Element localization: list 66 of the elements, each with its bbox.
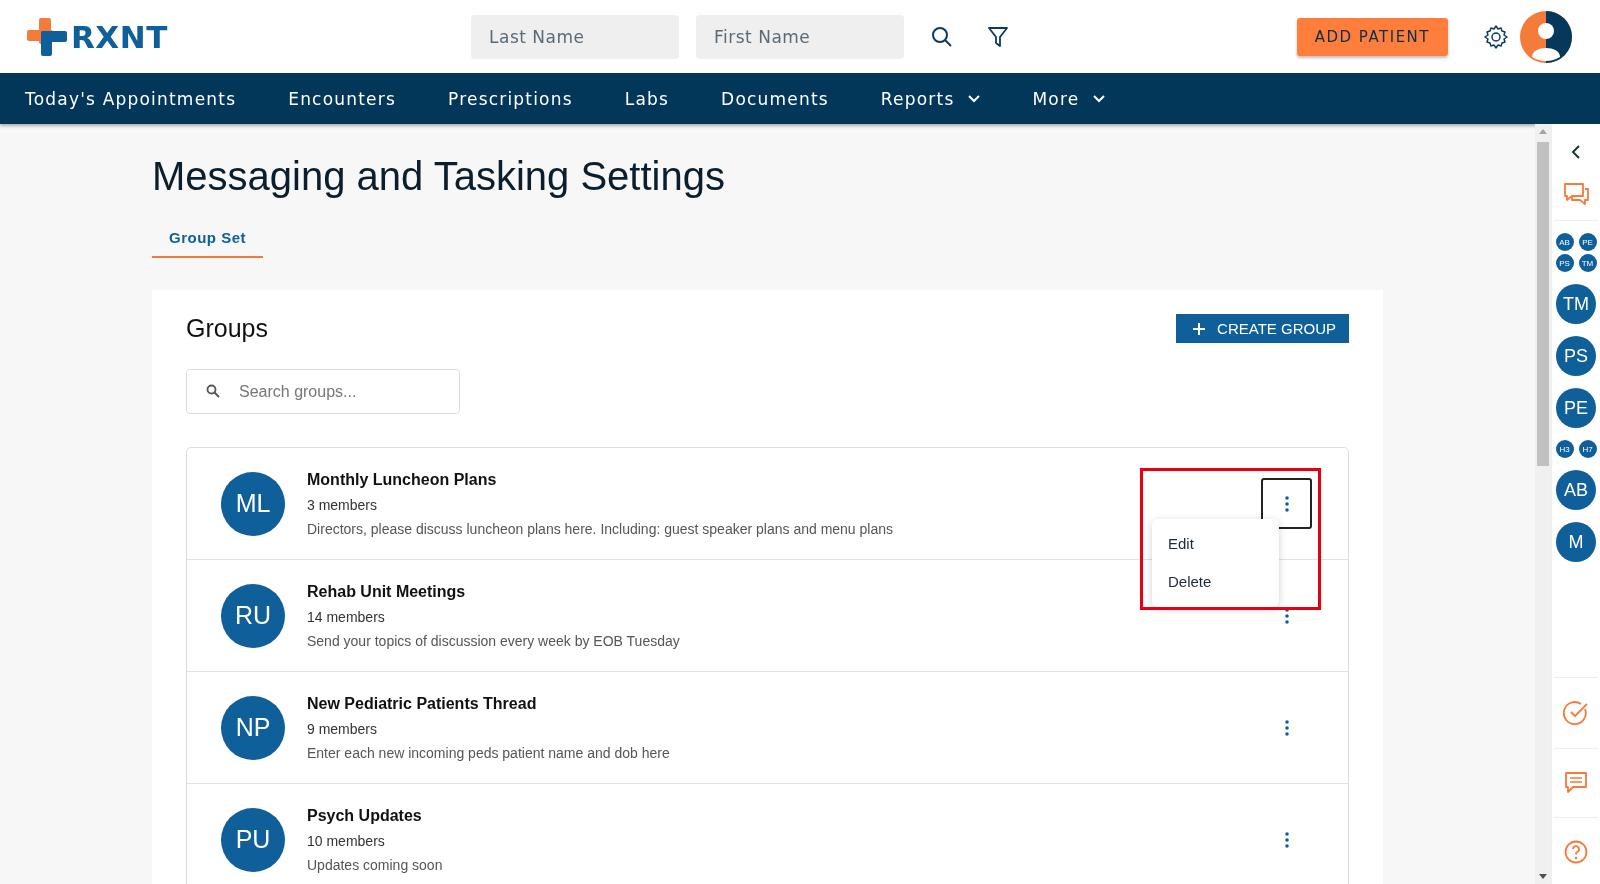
group-description: Updates coming soon: [307, 856, 443, 873]
menu-item[interactable]: Edit: [1152, 525, 1279, 563]
tab[interactable]: Group Set: [152, 225, 263, 258]
plus-icon: [1192, 321, 1207, 336]
member-count: 14 members: [307, 608, 385, 625]
user-avatar[interactable]: H3: [1555, 440, 1574, 458]
more-options-button[interactable]: [1261, 478, 1312, 529]
groups-heading: Groups: [186, 314, 268, 343]
caret-icon: [1093, 94, 1106, 103]
first-name-field[interactable]: First Name: [696, 14, 904, 59]
member-count: 9 members: [307, 720, 378, 737]
search-groups-field[interactable]: Search groups...: [186, 369, 460, 414]
vertical-dots-icon: [1284, 719, 1289, 736]
menu-item[interactable]: Delete: [1152, 563, 1279, 601]
group-row[interactable]: NP New Pediatric Patients Thread 9 members Enter each new incoming peds patient name and dob here: [187, 672, 1348, 784]
message-icon[interactable]: [1564, 771, 1588, 795]
nav-link[interactable]: Documents: [721, 88, 829, 109]
user-avatar[interactable]: H7: [1578, 440, 1597, 458]
add-patient-button[interactable]: ADD PATIENT: [1296, 17, 1448, 56]
group-avatar: PU: [221, 807, 285, 872]
member-count: 3 members: [307, 496, 378, 513]
page-title: Messaging and Tasking Settings: [152, 154, 726, 199]
group-description: Enter each new incoming peds patient name and dob here: [307, 744, 670, 761]
vertical-dots-icon: [1284, 831, 1289, 848]
group-avatar: ML: [221, 471, 285, 536]
caret-icon: [968, 94, 981, 103]
cross-logo-icon: [27, 17, 67, 56]
search-icon[interactable]: [931, 25, 953, 48]
chat-bubbles-icon[interactable]: [1562, 182, 1590, 208]
user-avatar[interactable]: PS: [1556, 336, 1596, 376]
user-avatar[interactable]: AB: [1555, 233, 1574, 251]
group-avatar: RU: [221, 583, 285, 648]
user-avatar[interactable]: PE: [1556, 388, 1596, 428]
vertical-dots-icon: [1284, 495, 1289, 512]
group-name: New Pediatric Patients Thread: [307, 694, 537, 713]
last-name-field[interactable]: Last Name: [471, 14, 679, 59]
group-name: Rehab Unit Meetings: [307, 582, 466, 601]
user-avatar[interactable]: PE: [1578, 233, 1597, 251]
nav-link[interactable]: Today's Appointments: [25, 88, 237, 109]
check-circle-icon[interactable]: [1563, 700, 1589, 726]
nav-dropdown[interactable]: More: [1032, 88, 1106, 109]
group-description: Directors, please discuss luncheon plans here. Including: guest speaker plans and menu plans: [307, 520, 894, 537]
nav-link[interactable]: Labs: [624, 88, 670, 109]
group-avatar: NP: [221, 695, 285, 760]
filter-icon[interactable]: [988, 25, 1008, 48]
member-count: 10 members: [307, 832, 385, 849]
user-avatar[interactable]: M: [1556, 522, 1596, 562]
settings-icon[interactable]: [1484, 24, 1508, 49]
collapse-chevron-icon[interactable]: [1571, 144, 1581, 160]
group-name: Psych Updates: [307, 806, 422, 825]
group-description: Send your topics of discussion every week by EOB Tuesday: [307, 632, 680, 649]
create-group-button[interactable]: CREATE GROUP: [1176, 314, 1349, 343]
user-avatar[interactable]: TM: [1578, 254, 1597, 272]
group-row[interactable]: PU Psych Updates 10 members Updates coming soon: [187, 784, 1348, 884]
user-avatar[interactable]: AB: [1556, 470, 1596, 510]
user-avatar[interactable]: [1520, 10, 1572, 63]
user-avatar[interactable]: PS: [1555, 254, 1574, 272]
help-icon[interactable]: [1564, 840, 1588, 864]
nav-link[interactable]: Prescriptions: [448, 88, 573, 109]
scrollbar-drawing[interactable]: [1535, 124, 1551, 884]
vertical-dots-icon: [1284, 607, 1289, 624]
group-name: Monthly Luncheon Plans: [307, 470, 497, 489]
user-avatar[interactable]: TM: [1556, 284, 1596, 324]
logo-text: RXNT: [71, 18, 168, 55]
nav-link[interactable]: Encounters: [288, 88, 396, 109]
nav-dropdown[interactable]: Reports: [880, 88, 981, 109]
